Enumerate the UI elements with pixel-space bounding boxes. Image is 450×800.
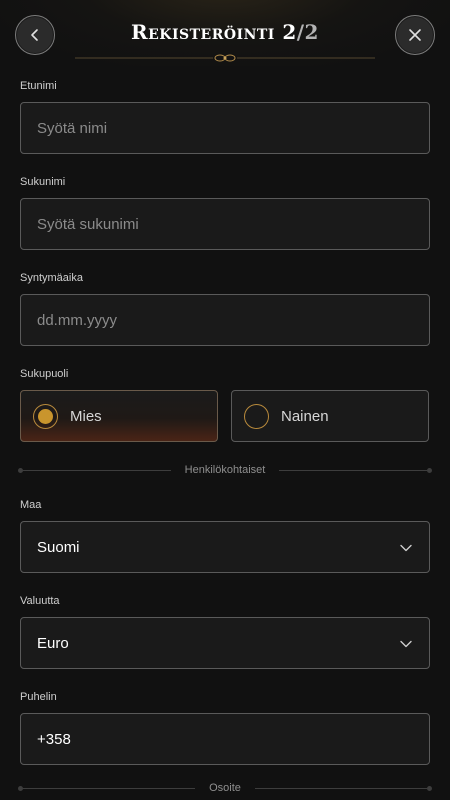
registration-page: Rekisteröinti 2/2 Etunimi Syötä nimi Suk… <box>0 0 450 800</box>
last-name-label: Sukunimi <box>20 176 66 188</box>
gender-options: Mies Nainen <box>20 390 430 442</box>
gender-option-label: Mies <box>70 407 102 425</box>
gender-option-female[interactable]: Nainen <box>231 390 429 442</box>
section-divider-personal: Henkilökohtaiset <box>18 463 432 477</box>
phone-label: Puhelin <box>20 691 57 703</box>
phone-value: +358 <box>37 730 71 748</box>
country-label: Maa <box>20 499 42 511</box>
chevron-down-icon <box>400 544 412 552</box>
birth-date-label: Syntymäaika <box>20 272 83 284</box>
registration-form: Etunimi Syötä nimi Sukunimi Syötä sukuni… <box>0 80 450 795</box>
gender-label: Sukupuoli <box>20 368 69 380</box>
gender-option-label: Nainen <box>281 407 329 425</box>
first-name-field[interactable]: Syötä nimi <box>20 102 430 154</box>
close-icon <box>409 29 421 41</box>
last-name-field[interactable]: Syötä sukunimi <box>20 198 430 250</box>
header-ornament <box>75 54 375 62</box>
section-title-address: Osoite <box>209 782 241 794</box>
currency-value: Euro <box>37 634 69 652</box>
currency-select[interactable]: Euro <box>20 617 430 669</box>
title-step: 2 <box>282 20 297 44</box>
phone-field[interactable]: +358 <box>20 713 430 765</box>
chevron-down-icon <box>400 640 412 648</box>
country-select[interactable]: Suomi <box>20 521 430 573</box>
section-divider-address: Osoite <box>17 781 433 795</box>
page-title: Rekisteröinti 2/2 <box>0 20 450 44</box>
first-name-label: Etunimi <box>20 80 57 92</box>
gender-option-male[interactable]: Mies <box>20 390 218 442</box>
currency-label: Valuutta <box>20 595 60 607</box>
birth-date-field[interactable]: dd.mm.yyyy <box>20 294 430 346</box>
radio-unselected <box>244 403 269 429</box>
title-main: Rekisteröinti <box>131 20 275 44</box>
close-button[interactable] <box>395 15 435 55</box>
country-value: Suomi <box>37 538 80 556</box>
header: Rekisteröinti 2/2 <box>0 0 450 66</box>
radio-selected <box>33 403 58 429</box>
title-total: /2 <box>296 20 319 44</box>
section-title-personal: Henkilökohtaiset <box>184 464 266 476</box>
first-name-placeholder: Syötä nimi <box>37 119 108 137</box>
birth-date-placeholder: dd.mm.yyyy <box>37 311 118 329</box>
last-name-placeholder: Syötä sukunimi <box>37 215 139 233</box>
